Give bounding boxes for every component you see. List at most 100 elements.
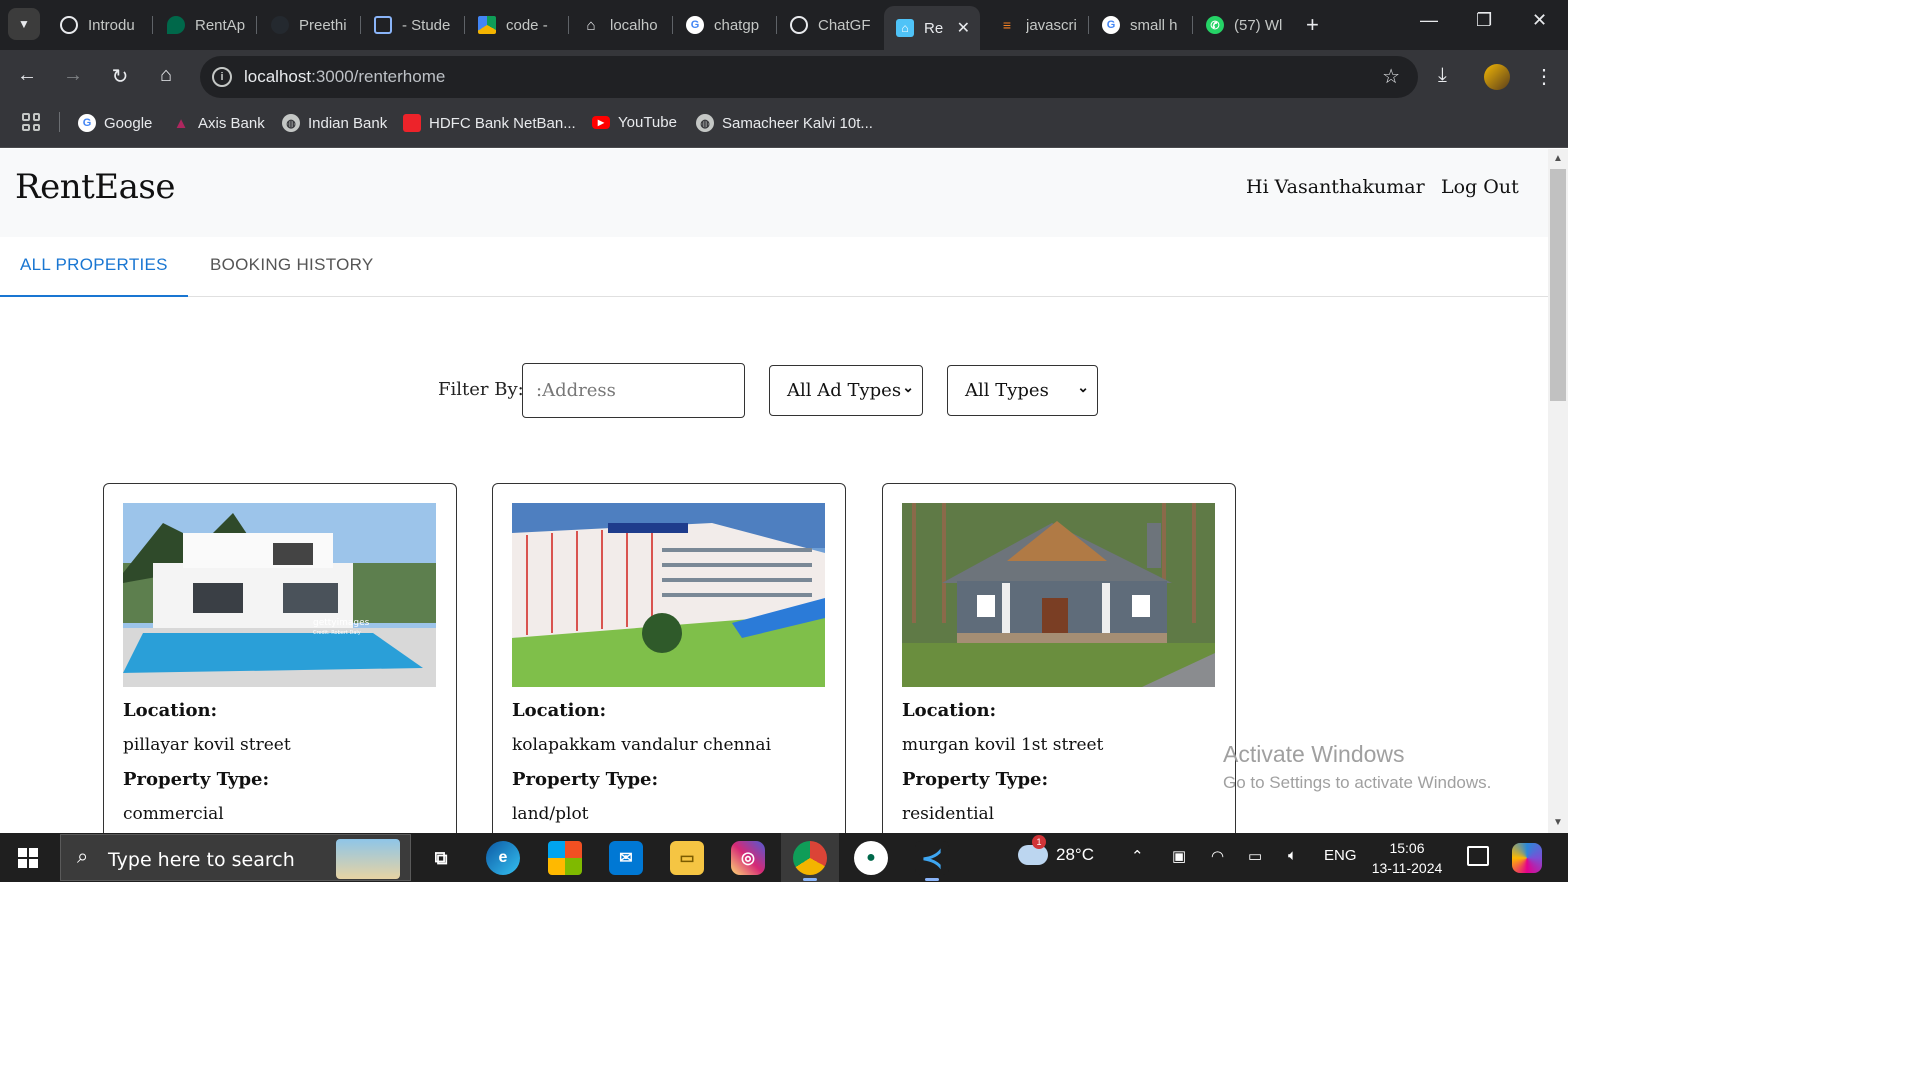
axis-bank-icon: ▲ — [173, 114, 189, 132]
property-card[interactable]: Location: kolapakkam vandalur chennai Pr… — [492, 483, 846, 833]
edge-icon[interactable]: e — [486, 841, 520, 875]
browser-tab-10[interactable]: ≡ javascri — [986, 8, 1086, 42]
browser-tab-strip: ▼ Introdu RentAp Preethi - Stude code - … — [0, 0, 1568, 50]
battery-icon[interactable]: ▭ — [1248, 847, 1262, 865]
monitor-icon — [374, 16, 392, 34]
close-window-icon[interactable]: ✕ — [1532, 10, 1547, 31]
instagram-icon[interactable]: ◎ — [731, 841, 765, 875]
ad-type-select[interactable]: All Ad Types ⌄ — [769, 365, 923, 416]
reload-icon[interactable]: ↻ — [107, 64, 133, 89]
bookmark-youtube[interactable]: ▶ YouTube — [592, 114, 677, 131]
globe-icon: ◍ — [696, 114, 714, 132]
property-type-value: residential — [902, 804, 995, 824]
scroll-down-icon[interactable]: ▼ — [1553, 817, 1563, 828]
scroll-up-icon[interactable]: ▲ — [1553, 153, 1563, 164]
browser-tab-1[interactable]: Introdu — [48, 8, 153, 42]
bookmark-samacheer[interactable]: ◍ Samacheer Kalvi 10t... — [696, 114, 873, 132]
activate-windows-title: Activate Windows — [1223, 741, 1405, 767]
scrollbar-thumb[interactable] — [1550, 169, 1566, 401]
file-explorer-icon[interactable]: ▭ — [670, 841, 704, 875]
location-value: kolapakkam vandalur chennai — [512, 735, 772, 755]
cloud-icon: 1 — [1018, 835, 1048, 865]
tab-search-button[interactable]: ▼ — [8, 8, 40, 40]
chrome-icon[interactable] — [793, 841, 827, 881]
browser-tab-5[interactable]: code - — [466, 8, 566, 42]
brand-logo[interactable]: RentEase — [15, 167, 175, 207]
download-icon[interactable]: ⤓ — [1438, 64, 1447, 87]
bookmark-axis-bank[interactable]: ▲ Axis Bank — [172, 114, 265, 132]
close-tab-icon[interactable]: ✕ — [957, 18, 970, 38]
menu-dots-icon[interactable]: ⋮ — [1534, 64, 1554, 89]
site-info-icon[interactable]: i — [212, 67, 232, 87]
meet-now-icon[interactable]: ▣ — [1172, 847, 1186, 865]
openai-icon — [790, 16, 808, 34]
property-photo-college — [512, 503, 825, 687]
bookmark-google[interactable]: G Google — [78, 114, 152, 132]
address-bar[interactable]: i localhost:3000/renterhome ☆ — [200, 56, 1418, 98]
logout-link[interactable]: Log Out — [1441, 176, 1519, 198]
chevron-up-icon[interactable]: ⌃ — [1131, 847, 1144, 865]
youtube-icon: ▶ — [592, 116, 610, 129]
search-highlight-image — [336, 839, 400, 879]
chevron-down-icon: ⌄ — [902, 380, 914, 396]
windows-start-icon[interactable] — [18, 848, 38, 868]
mongodb-compass-icon[interactable]: ● — [854, 841, 888, 875]
browser-tab-3[interactable]: Preethi — [259, 8, 359, 42]
search-icon: ⌕ — [77, 846, 89, 868]
browser-tab-6[interactable]: ⌂ localho — [570, 8, 670, 42]
tab-all-properties[interactable]: ALL PROPERTIES — [0, 237, 188, 297]
browser-tab-4[interactable]: - Stude — [362, 8, 462, 42]
microsoft-store-icon[interactable] — [548, 841, 582, 875]
language-indicator[interactable]: ENG — [1324, 847, 1357, 864]
system-clock[interactable]: 15:06 13-11-2024 — [1370, 838, 1444, 878]
url-text[interactable]: localhost:3000/renterhome — [244, 67, 445, 87]
property-type-select[interactable]: All Types ⌄ — [947, 365, 1098, 416]
browser-tab-active[interactable]: ⌂ Re ✕ — [884, 6, 980, 50]
notification-icon[interactable] — [1467, 846, 1489, 866]
user-greeting: Hi Vasanthakumar — [1246, 176, 1425, 198]
browser-tab-2[interactable]: RentAp — [155, 8, 255, 42]
property-type-label: Property Type: — [902, 769, 1049, 790]
new-tab-icon[interactable]: + — [1306, 12, 1319, 38]
bookmark-indian-bank[interactable]: ◍ Indian Bank — [282, 114, 387, 132]
browser-tab-8[interactable]: ChatGF — [778, 8, 878, 42]
taskbar-search[interactable]: ⌕ Type here to search — [60, 834, 411, 881]
minimize-icon[interactable]: — — [1420, 10, 1438, 31]
wifi-icon[interactable]: ◠ — [1211, 847, 1224, 865]
home-icon[interactable]: ⌂ — [153, 64, 179, 87]
home-icon: ⌂ — [896, 19, 914, 37]
openai-icon — [60, 16, 78, 34]
bookmark-hdfc[interactable]: HDFC Bank NetBan... — [403, 114, 576, 132]
profile-avatar[interactable] — [1484, 64, 1510, 90]
stackoverflow-icon: ≡ — [1002, 17, 1012, 33]
bookmarks-bar: G Google ▲ Axis Bank ◍ Indian Bank HDFC … — [0, 104, 1568, 148]
page-scrollbar[interactable]: ▲ ▼ — [1548, 149, 1568, 833]
location-value: pillayar kovil street — [123, 735, 291, 755]
browser-tab-12[interactable]: ✆ (57) Wl — [1194, 8, 1294, 42]
bookmark-star-icon[interactable]: ☆ — [1382, 64, 1400, 89]
property-card[interactable]: Location: murgan kovil 1st street Proper… — [882, 483, 1236, 833]
location-value: murgan kovil 1st street — [902, 735, 1104, 755]
google-icon: G — [1102, 16, 1120, 34]
back-icon[interactable]: ← — [14, 64, 40, 87]
browser-tab-11[interactable]: G small h — [1090, 8, 1190, 42]
page-tabs: ALL PROPERTIES BOOKING HISTORY — [0, 237, 1548, 297]
property-card[interactable]: gettyimages Credit: Robert Daly Location… — [103, 483, 457, 833]
mail-icon[interactable]: ✉ — [609, 841, 643, 875]
weather-widget[interactable]: 1 28°C — [1018, 835, 1094, 865]
vscode-icon[interactable]: ≺ — [915, 841, 949, 881]
property-type-value: commercial — [123, 804, 224, 824]
home-icon: ⌂ — [586, 16, 596, 34]
tab-booking-history[interactable]: BOOKING HISTORY — [190, 237, 394, 297]
filter-label: Filter By: — [438, 379, 524, 400]
address-filter-input[interactable] — [522, 363, 745, 418]
page-viewport: RentEase Hi Vasanthakumar Log Out ALL PR… — [0, 149, 1548, 833]
location-label: Location: — [123, 700, 218, 721]
apps-icon[interactable] — [22, 113, 40, 131]
copilot-icon[interactable] — [1512, 843, 1542, 873]
restore-icon[interactable]: ❐ — [1476, 10, 1492, 31]
task-view-icon[interactable]: ⧉ — [424, 841, 458, 875]
browser-tab-7[interactable]: G chatgp — [674, 8, 774, 42]
forward-icon[interactable]: → — [60, 64, 86, 87]
volume-icon[interactable]: 🔈︎ — [1288, 847, 1297, 864]
